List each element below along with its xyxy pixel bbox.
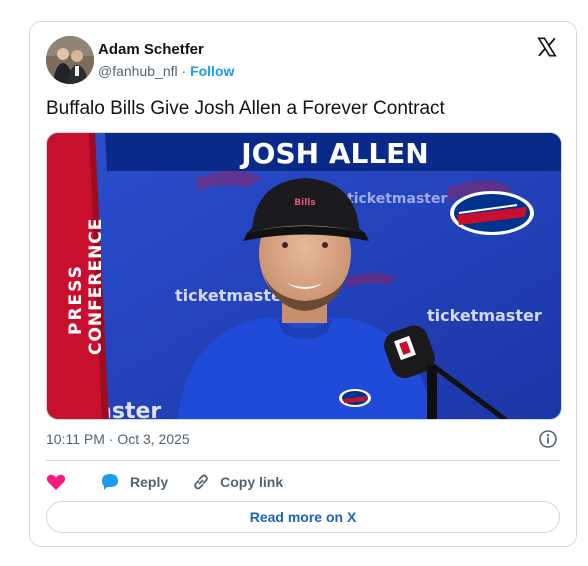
- follow-button[interactable]: Follow: [190, 63, 234, 79]
- tweet-actions: Reply Copy link: [46, 470, 307, 494]
- divider: [46, 460, 560, 461]
- author-handle-row: @fanhub_nfl · Follow: [98, 62, 234, 80]
- copy-link-button[interactable]: Copy link: [192, 473, 283, 491]
- tweet-text: Buffalo Bills Give Josh Allen a Forever …: [46, 98, 445, 119]
- handle-separator: ·: [177, 63, 191, 79]
- reply-button[interactable]: Reply: [100, 472, 168, 492]
- link-icon: [194, 474, 209, 490]
- backdrop-sponsor-3: ticketmaster: [347, 191, 447, 207]
- avatar[interactable]: [46, 36, 94, 84]
- press-conference-photo: ticketmaster ticketmaster ticketmaster a…: [47, 133, 561, 419]
- tweet-timestamp[interactable]: 10:11 PM · Oct 3, 2025: [46, 431, 190, 447]
- bills-logo-backdrop: [450, 191, 534, 235]
- like-button[interactable]: [46, 473, 76, 491]
- heart-icon: [46, 474, 66, 490]
- conference-label: CONFERENCE: [86, 218, 106, 355]
- info-icon[interactable]: [538, 429, 558, 449]
- banner-player-name: JOSH ALLEN: [239, 137, 428, 170]
- author-handle[interactable]: @fanhub_nfl: [98, 63, 178, 79]
- cap-logo: Bills: [294, 198, 315, 208]
- speech-bubble-icon: [102, 474, 118, 490]
- reply-label: Reply: [130, 474, 169, 490]
- tweet-media-image[interactable]: ticketmaster ticketmaster ticketmaster a…: [46, 132, 562, 420]
- embedded-tweet-card: Adam Schetfer @fanhub_nfl · Follow Buffa…: [29, 21, 577, 547]
- author-name[interactable]: Adam Schetfer: [98, 41, 204, 59]
- backdrop-sponsor-2: ticketmaster: [427, 306, 542, 325]
- avatar-photo: [46, 36, 94, 84]
- copy-link-label: Copy link: [220, 474, 284, 490]
- x-logo-icon[interactable]: [536, 36, 558, 58]
- press-label: PRESS: [66, 264, 86, 335]
- read-more-button[interactable]: Read more on X: [46, 501, 560, 533]
